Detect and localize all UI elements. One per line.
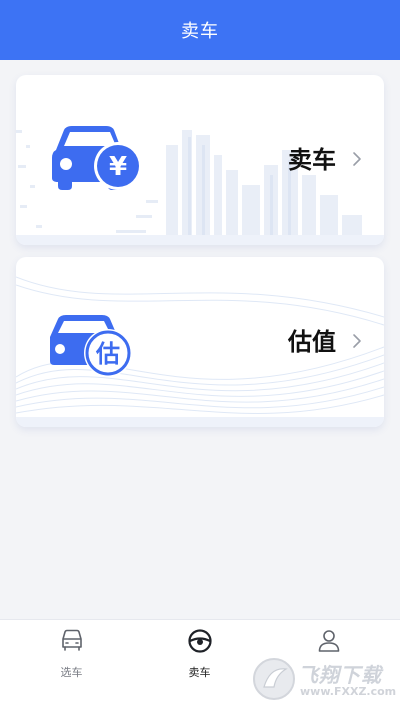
page-title: 卖车 [181,21,219,42]
watermark-url: www.FXXZ.com [300,685,397,698]
steering-wheel-icon [187,629,212,653]
valuation-card[interactable]: 估 估值 [16,257,384,427]
user-icon [318,630,339,652]
tab-sell-car[interactable]: 卖车 [133,620,266,712]
watermark-text: 飞翔下载 [298,663,382,687]
tab-choose-car[interactable]: 选车 [5,620,138,712]
watermark: 飞翔下载 www.FXXZ.com [250,655,397,705]
chevron-right-icon [353,334,361,348]
tab-choose-car-label: 选车 [60,666,83,679]
car-yen-icon: ¥ [52,126,142,190]
svg-text:¥: ¥ [109,152,127,182]
watermark-logo-icon [253,658,295,700]
app-header: 卖车 [0,0,400,60]
sell-car-card[interactable]: ¥ 卖车 [16,75,384,245]
valuation-label: 估值 [288,328,336,356]
chevron-right-icon [353,152,361,166]
tab-sell-car-label: 卖车 [188,666,211,679]
car-estimate-icon: 估 [50,315,132,377]
car-front-icon [61,629,82,651]
sell-car-label: 卖车 [288,146,336,174]
svg-text:估: 估 [95,340,120,368]
